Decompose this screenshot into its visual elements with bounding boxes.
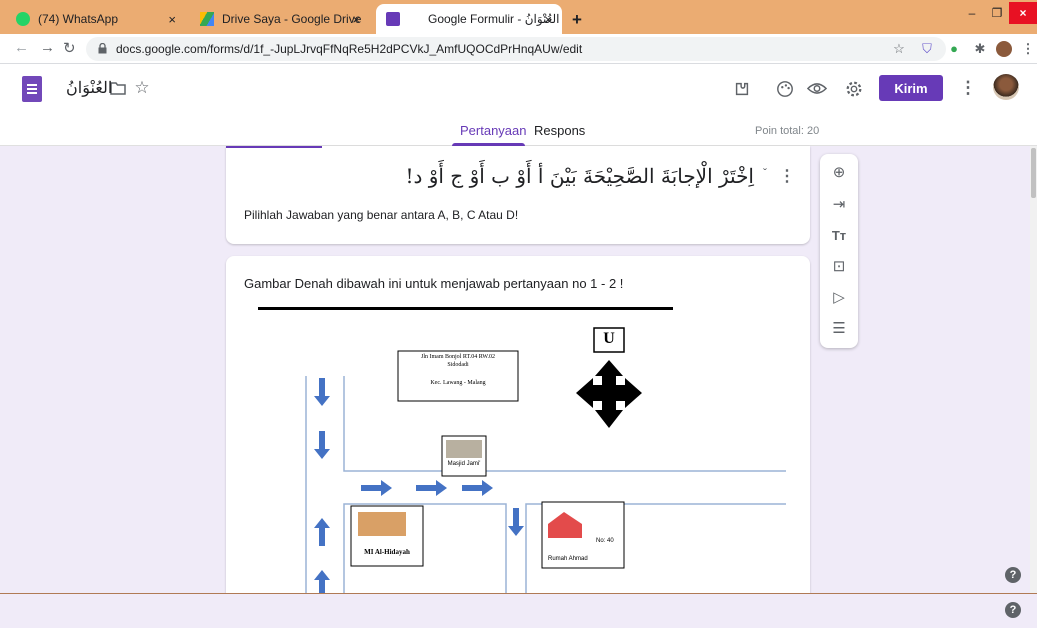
send-button[interactable]: Kirim	[879, 75, 943, 101]
profile-avatar-icon[interactable]	[996, 41, 1012, 57]
help-icon-bottom[interactable]: ?	[1005, 602, 1021, 618]
reload-icon[interactable]: ↻	[63, 39, 76, 57]
more-icon[interactable]: ⋮	[779, 166, 795, 186]
add-question-icon[interactable]: ⊕	[829, 163, 849, 183]
close-tab-icon[interactable]: ×	[352, 12, 360, 27]
scrollbar-thumb[interactable]	[1031, 148, 1036, 198]
form-description[interactable]: Pilihlah Jawaban yang benar antara A, B,…	[244, 208, 518, 222]
tab-google-drive[interactable]: Drive Saya - Google Drive ×	[190, 4, 370, 34]
avatar[interactable]	[993, 74, 1019, 100]
tab-title: Drive Saya - Google Drive	[222, 12, 362, 26]
mosque-label: Masjid Jami'	[447, 461, 481, 467]
more-options-icon[interactable]: ⋮	[958, 78, 978, 98]
bookmark-star-icon[interactable]: ☆	[891, 41, 907, 57]
tab-responses[interactable]: Respons	[534, 123, 585, 138]
tab-whatsapp[interactable]: (74) WhatsApp ×	[6, 4, 186, 34]
address-line-2: Sidodadi	[447, 362, 469, 368]
import-questions-icon[interactable]: ⇥	[829, 195, 849, 215]
address-line-1: Jln Imam Bonjol RT.04 RW.02	[421, 354, 495, 360]
north-label: U	[603, 330, 615, 347]
compass-icon	[576, 360, 642, 428]
lock-icon	[98, 43, 107, 54]
extension-shield-icon[interactable]: ⛉	[919, 41, 935, 57]
google-drive-icon	[200, 12, 214, 26]
school-label: MI Al-Hidayah	[364, 548, 410, 556]
add-section-icon[interactable]: ☰	[829, 319, 849, 339]
image-item-card[interactable]: Gambar Denah dibawah ini untuk menjawab …	[226, 256, 810, 606]
whatsapp-icon	[16, 12, 30, 26]
back-icon[interactable]: ←	[14, 39, 29, 56]
browser-tab-strip: (74) WhatsApp × Drive Saya - Google Driv…	[0, 0, 1037, 34]
add-title-icon[interactable]: Tт	[829, 226, 849, 246]
browser-menu-icon[interactable]: ⋮	[1020, 41, 1036, 57]
form-title[interactable]: العُنْوَانُ	[66, 78, 112, 98]
settings-gear-icon[interactable]	[845, 80, 863, 98]
add-image-icon[interactable]: ⊡	[829, 257, 849, 277]
tab-title: Google Formulir - العُنْوَانُ	[428, 12, 560, 26]
mosque-picture	[446, 440, 482, 458]
google-forms-logo-icon[interactable]	[22, 76, 42, 102]
add-video-icon[interactable]: ▷	[829, 288, 849, 308]
tab-title: (74) WhatsApp	[38, 12, 119, 26]
close-tab-icon[interactable]: ×	[168, 12, 176, 27]
restore-button[interactable]: ❐	[985, 2, 1009, 24]
map-image[interactable]	[226, 256, 810, 606]
customize-theme-icon[interactable]	[733, 80, 751, 98]
form-heading[interactable]: اِخْتَرْ الْإجابَةَ الصَّحِيْحَةَ بَيْنَ…	[405, 164, 754, 188]
google-forms-icon	[386, 12, 400, 26]
browser-toolbar: ← → ↻ docs.google.com/forms/d/1f_-JupLJr…	[0, 34, 1037, 64]
bottom-overlay-bar	[0, 593, 1037, 628]
preview-eye-icon[interactable]	[807, 82, 827, 95]
collapse-icon[interactable]: ˇ	[763, 166, 767, 180]
add-item-toolbar: ⊕ ⇥ Tт ⊡ ▷ ☰	[820, 154, 858, 348]
window-close-button[interactable]: ×	[1009, 2, 1037, 24]
close-tab-icon[interactable]: ×	[544, 12, 552, 27]
address-bar[interactable]: docs.google.com/forms/d/1f_-JupLJrvqFfNq…	[86, 37, 946, 61]
new-tab-button[interactable]: +	[572, 10, 582, 30]
palette-icon[interactable]	[776, 80, 794, 98]
card-accent-bar	[226, 146, 322, 148]
form-header-card[interactable]: ⋮ ˇ اِخْتَرْ الْإجابَةَ الصَّحِيْحَةَ بَ…	[226, 146, 810, 244]
address-line-3: Kec. Lawang - Malang	[430, 380, 486, 386]
minimize-button[interactable]: –	[959, 2, 985, 24]
help-icon[interactable]: ?	[1005, 567, 1021, 583]
school-picture	[358, 512, 406, 536]
star-icon[interactable]: ☆	[132, 78, 152, 98]
forward-icon[interactable]: →	[40, 39, 55, 56]
house-number: No: 40	[596, 538, 614, 544]
page-scrollbar[interactable]	[1030, 146, 1037, 628]
points-total: Poin total: 20	[755, 125, 820, 137]
house-label: Rumah Ahmad	[548, 556, 588, 562]
extensions-puzzle-icon[interactable]: ✱	[972, 41, 988, 57]
url-text: docs.google.com/forms/d/1f_-JupLJrvqFfNq…	[116, 42, 583, 56]
tab-google-forms[interactable]: Google Formulir - العُنْوَانُ ×	[376, 4, 562, 34]
tab-questions[interactable]: Pertanyaan	[460, 123, 527, 138]
extension-globe-icon[interactable]: ●	[946, 41, 962, 57]
folder-icon[interactable]	[110, 82, 126, 95]
forms-header: ☆ العُنْوَانُ Kirim ⋮ Pertanyaan Respons…	[0, 64, 1037, 146]
